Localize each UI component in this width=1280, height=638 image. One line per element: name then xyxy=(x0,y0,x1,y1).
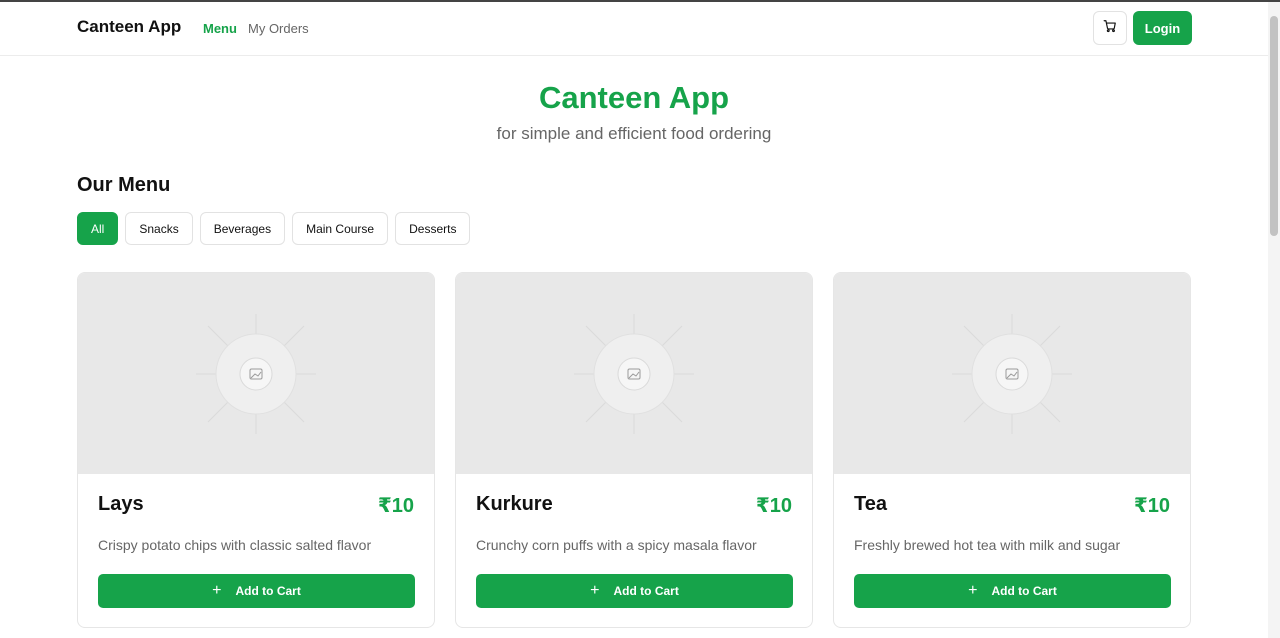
item-name: Lays xyxy=(98,493,144,515)
add-to-cart-label: Add to Cart xyxy=(613,584,679,598)
filter-all[interactable]: All xyxy=(77,212,119,245)
image-placeholder xyxy=(78,273,434,474)
filter-snacks[interactable]: Snacks xyxy=(125,212,193,245)
image-placeholder-icon xyxy=(196,313,316,434)
filter-main-course[interactable]: Main Course xyxy=(292,212,389,245)
shopping-cart-icon xyxy=(1103,19,1117,38)
menu-item-card: Kurkure ₹10 Crunchy corn puffs with a sp… xyxy=(455,272,813,628)
add-to-cart-button[interactable]: + Add to Cart xyxy=(476,574,793,608)
add-to-cart-button[interactable]: + Add to Cart xyxy=(98,574,415,608)
filter-beverages[interactable]: Beverages xyxy=(199,212,286,245)
scrollbar-thumb[interactable] xyxy=(1270,16,1278,236)
navbar: Canteen App Menu My Orders Login xyxy=(0,2,1268,56)
menu-section-title: Our Menu xyxy=(77,174,171,196)
item-price: ₹10 xyxy=(1133,495,1170,517)
add-to-cart-label: Add to Cart xyxy=(991,584,1057,598)
item-name: Tea xyxy=(854,493,887,515)
item-price: ₹10 xyxy=(755,495,792,517)
plus-icon: + xyxy=(968,582,978,599)
item-price: ₹10 xyxy=(377,495,414,517)
login-button[interactable]: Login xyxy=(1133,11,1192,45)
image-placeholder xyxy=(834,273,1190,474)
nav-link-my-orders[interactable]: My Orders xyxy=(248,21,309,36)
menu-item-card: Tea ₹10 Freshly brewed hot tea with milk… xyxy=(833,272,1191,628)
image-placeholder-icon xyxy=(574,313,694,434)
image-placeholder-icon xyxy=(952,313,1072,434)
cart-button[interactable] xyxy=(1093,11,1127,45)
menu-item-card: Lays ₹10 Crispy potato chips with classi… xyxy=(77,272,435,628)
item-description: Freshly brewed hot tea with milk and sug… xyxy=(854,537,1121,553)
item-description: Crispy potato chips with classic salted … xyxy=(98,537,372,553)
brand-logo-text[interactable]: Canteen App xyxy=(77,17,181,37)
plus-icon: + xyxy=(212,582,222,599)
add-to-cart-label: Add to Cart xyxy=(235,584,301,598)
filter-desserts[interactable]: Desserts xyxy=(395,212,471,245)
category-filter-bar: All Snacks Beverages Main Course Dessert… xyxy=(77,212,471,245)
nav-link-menu[interactable]: Menu xyxy=(203,21,237,36)
item-description: Crunchy corn puffs with a spicy masala f… xyxy=(476,537,757,553)
hero-subtitle: for simple and efficient food ordering xyxy=(496,124,772,143)
image-placeholder xyxy=(456,273,812,474)
hero-title: Canteen App xyxy=(538,80,730,115)
plus-icon: + xyxy=(590,582,600,599)
add-to-cart-button[interactable]: + Add to Cart xyxy=(854,574,1171,608)
item-name: Kurkure xyxy=(476,493,553,515)
